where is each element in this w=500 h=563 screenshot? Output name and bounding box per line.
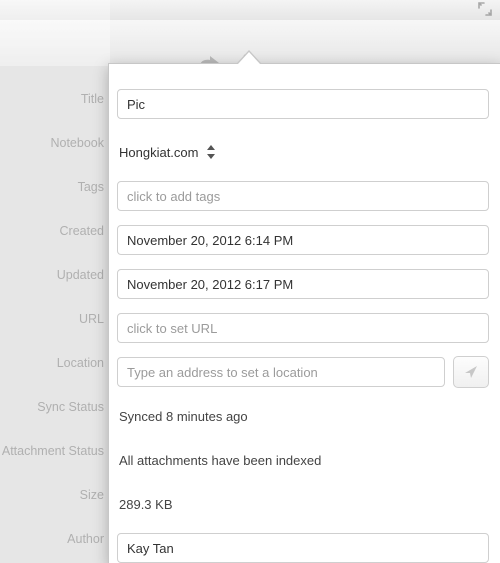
label-tags: Tags (0, 180, 104, 194)
label-notebook: Notebook (0, 136, 104, 150)
created-field[interactable] (117, 225, 489, 255)
updown-icon (206, 145, 216, 159)
label-url: URL (0, 312, 104, 326)
size-value: 289.3 KB (117, 497, 173, 512)
label-author: Author (0, 532, 104, 546)
title-input[interactable] (117, 89, 489, 119)
label-updated: Updated (0, 268, 104, 282)
notebook-value: Hongkiat.com (119, 145, 198, 160)
attachment-status-value: All attachments have been indexed (117, 453, 321, 468)
notebook-select[interactable]: Hongkiat.com (117, 145, 216, 160)
label-attach: Attachment Status (0, 444, 104, 458)
app-window: i Title Notebook Tags Created Updated UR… (0, 0, 500, 563)
location-input[interactable] (117, 357, 445, 387)
label-title: Title (0, 92, 104, 106)
row-notebook: Hongkiat.com (109, 130, 500, 174)
label-created: Created (0, 224, 104, 238)
row-sync: Synced 8 minutes ago (109, 394, 500, 438)
popover-pointer-fill (238, 52, 260, 64)
row-author (109, 526, 500, 563)
row-size: 289.3 KB (109, 482, 500, 526)
locate-button[interactable] (453, 356, 489, 388)
label-sync: Sync Status (0, 400, 104, 414)
location-arrow-icon (463, 364, 479, 380)
row-created (109, 218, 500, 262)
row-attach: All attachments have been indexed (109, 438, 500, 482)
expand-icon[interactable] (478, 2, 492, 16)
label-size: Size (0, 488, 104, 502)
window-titlebar (0, 0, 500, 21)
note-info-panel: Hongkiat.com (108, 63, 500, 563)
updated-field[interactable] (117, 269, 489, 299)
row-tags (109, 174, 500, 218)
row-url (109, 306, 500, 350)
url-input[interactable] (117, 313, 489, 343)
author-input[interactable] (117, 533, 489, 563)
row-updated (109, 262, 500, 306)
row-title (109, 64, 500, 130)
row-location (109, 350, 500, 394)
label-location: Location (0, 356, 104, 370)
tags-input[interactable] (117, 181, 489, 211)
sync-status-value: Synced 8 minutes ago (117, 409, 248, 424)
